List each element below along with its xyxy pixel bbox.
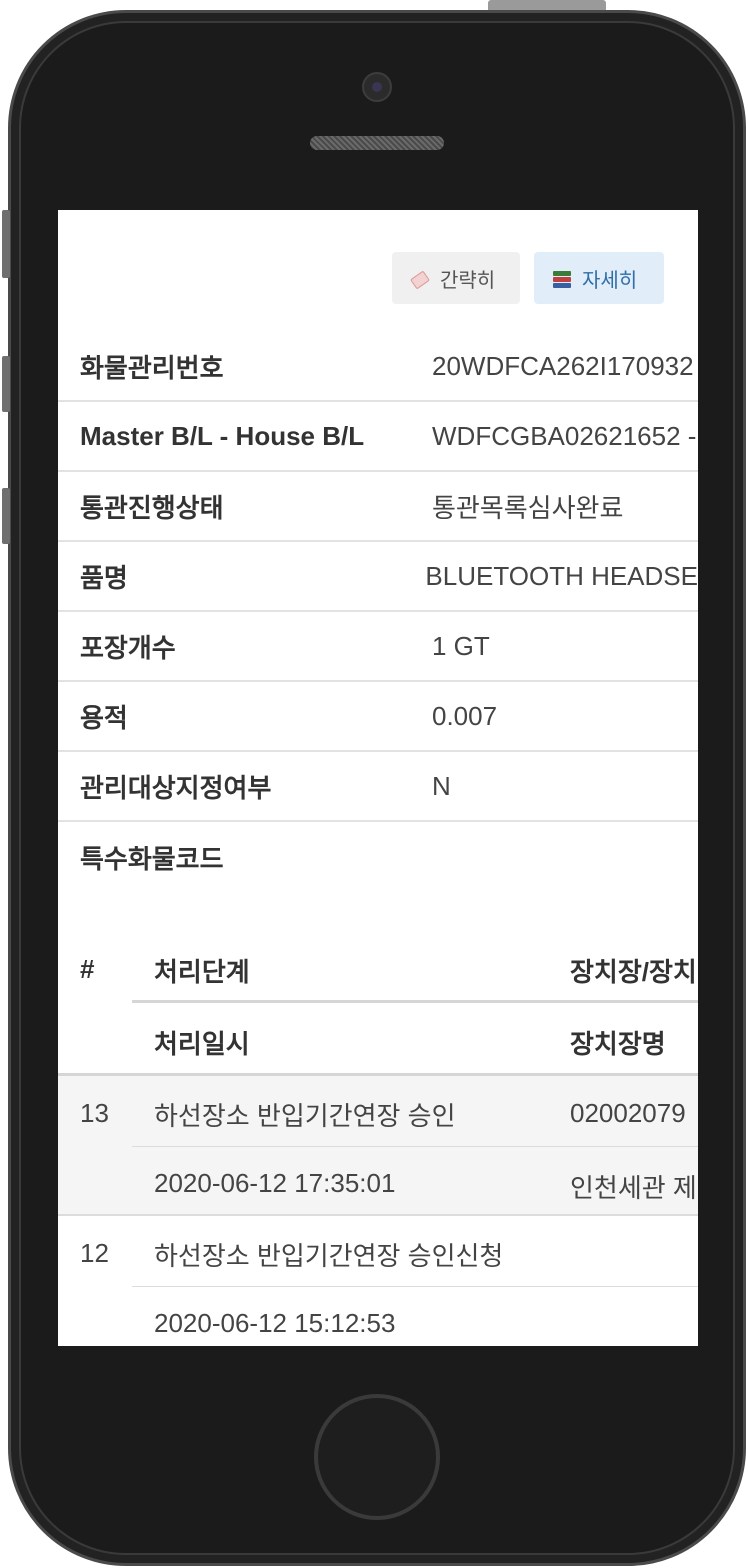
power-button <box>488 0 606 10</box>
header-divider <box>132 1000 698 1003</box>
info-label: 특수화물코드 <box>80 843 224 874</box>
entry-divider <box>132 1146 698 1147</box>
tag-icon <box>410 268 430 288</box>
entry-location-name: 인천세관 제 <box>570 1173 697 1203</box>
info-row-bl: Master B/L - House B/L WDFCGBA02621652 - <box>58 402 698 472</box>
info-row-volume: 용적 0.007 <box>58 682 698 752</box>
info-value: 1 GT <box>432 630 490 661</box>
info-value: 통관목록심사완료 <box>432 492 624 523</box>
front-camera <box>362 72 392 102</box>
tracking-table-header: # 처리단계 장치장/장치 처리일시 장치장명 <box>58 932 698 1076</box>
info-value: 20WDFCA262I170932 <box>432 350 694 381</box>
info-row-managed-target: 관리대상지정여부 N <box>58 752 698 822</box>
mute-switch <box>2 210 10 278</box>
screen: 간략히 자세히 화물관리번호 20WDFCA262I170932 Master … <box>58 210 698 1346</box>
cargo-info-table: 화물관리번호 20WDFCA262I170932 Master B/L - Ho… <box>58 332 698 892</box>
simple-view-label: 간략히 <box>440 267 496 292</box>
info-row-special-cargo-code: 특수화물코드 <box>58 822 698 892</box>
table-row: 12 하선장소 반입기간연장 승인신청 2020-06-12 15:12:53 <box>58 1216 698 1346</box>
info-value: N <box>432 770 451 801</box>
info-label: 관리대상지정여부 <box>80 772 272 803</box>
tracking-table: # 처리단계 장치장/장치 처리일시 장치장명 13 하선장소 반입기간연장 승… <box>58 932 698 1346</box>
header-num: # <box>80 954 95 984</box>
info-value: 0.007 <box>432 700 498 731</box>
info-label: Master B/L - House B/L <box>80 420 365 451</box>
detail-view-button[interactable]: 자세히 <box>534 252 664 304</box>
info-label: 통관진행상태 <box>80 492 224 523</box>
info-label: 포장개수 <box>80 632 176 663</box>
info-label: 품명 <box>80 562 128 593</box>
entry-datetime: 2020-06-12 15:12:53 <box>154 1308 396 1338</box>
entry-datetime: 2020-06-12 17:35:01 <box>154 1168 396 1198</box>
entry-num: 13 <box>80 1098 109 1128</box>
info-row-item-name: 품명 BLUETOOTH HEADSE <box>58 542 698 612</box>
info-value: BLUETOOTH HEADSE <box>425 560 698 591</box>
volume-down-button <box>2 488 10 544</box>
entry-step: 하선장소 반입기간연장 승인 <box>154 1101 456 1131</box>
entry-num: 12 <box>80 1238 109 1268</box>
header-location: 장치장/장치 <box>570 957 697 987</box>
info-row-package-count: 포장개수 1 GT <box>58 612 698 682</box>
info-row-cargo-number: 화물관리번호 20WDFCA262I170932 <box>58 332 698 402</box>
header-datetime: 처리일시 <box>154 1029 250 1059</box>
books-icon <box>552 268 572 288</box>
view-toggle-group: 간략히 자세히 <box>392 252 664 304</box>
entry-step: 하선장소 반입기간연장 승인신청 <box>154 1241 504 1271</box>
info-value: WDFCGBA02621652 - <box>432 420 697 451</box>
info-row-status: 통관진행상태 통관목록심사완료 <box>58 472 698 542</box>
header-step: 처리단계 <box>154 957 250 987</box>
info-label: 화물관리번호 <box>80 352 224 383</box>
info-label: 용적 <box>80 702 128 733</box>
detail-view-label: 자세히 <box>582 267 638 292</box>
entry-location: 02002079 <box>570 1098 686 1128</box>
volume-up-button <box>2 356 10 412</box>
entry-divider <box>132 1286 698 1287</box>
simple-view-button[interactable]: 간략히 <box>392 252 520 304</box>
table-row: 13 하선장소 반입기간연장 승인 02002079 2020-06-12 17… <box>58 1076 698 1216</box>
header-location-name: 장치장명 <box>570 1029 666 1059</box>
home-button <box>314 1394 440 1520</box>
earpiece-speaker <box>310 136 444 150</box>
